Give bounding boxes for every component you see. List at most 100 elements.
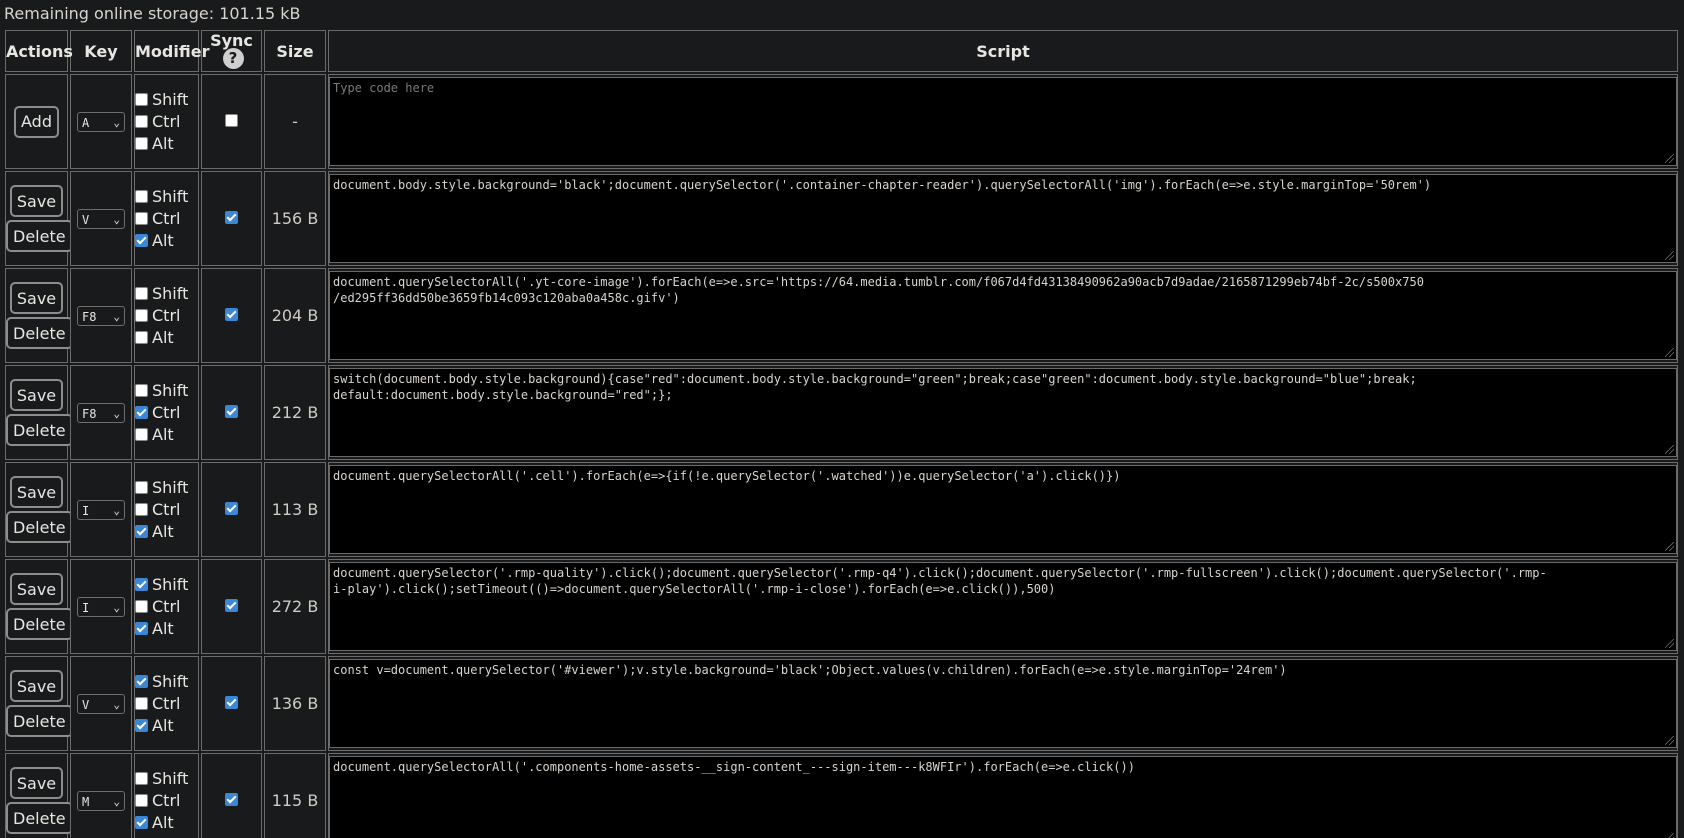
script-cell: Type code here — [328, 74, 1678, 169]
shortcut-row: Save Delete F8 ⌄ Shift Ctrl Alt 212 B swi… — [5, 365, 1678, 460]
sync-checkbox[interactable] — [225, 308, 238, 321]
shift-checkbox[interactable] — [135, 675, 148, 688]
key-cell: V ⌄ — [70, 171, 132, 266]
script-input[interactable]: document.body.style.background='black';d… — [329, 174, 1677, 263]
resize-handle[interactable] — [1665, 833, 1674, 838]
alt-checkbox[interactable] — [135, 234, 148, 247]
shift-checkbox[interactable] — [135, 772, 148, 785]
sync-checkbox[interactable] — [225, 793, 238, 806]
resize-handle[interactable] — [1665, 348, 1674, 357]
alt-checkbox[interactable] — [135, 719, 148, 732]
alt-checkbox[interactable] — [135, 816, 148, 829]
header-actions: Actions — [5, 30, 73, 72]
delete-button[interactable]: Delete — [6, 802, 73, 834]
script-input[interactable]: document.querySelectorAll('.cell').forEa… — [329, 465, 1677, 554]
header-modifier: Modifier — [134, 30, 209, 72]
key-select[interactable]: I ⌄ — [77, 596, 125, 617]
resize-handle[interactable] — [1665, 736, 1674, 745]
ctrl-label: Ctrl — [152, 694, 181, 713]
chevron-down-icon: ⌄ — [113, 600, 120, 614]
ctrl-checkbox[interactable] — [135, 503, 148, 516]
resize-handle[interactable] — [1665, 542, 1674, 551]
script-input[interactable]: document.querySelector('.rmp-quality').c… — [329, 562, 1677, 651]
ctrl-checkbox[interactable] — [135, 697, 148, 710]
script-input[interactable]: const v=document.querySelector('#viewer'… — [329, 659, 1677, 748]
key-select[interactable]: I ⌄ — [77, 499, 125, 520]
header-row: Actions Key Modifier Sync? Size Script — [5, 30, 1678, 72]
alt-label: Alt — [152, 619, 174, 638]
delete-button[interactable]: Delete — [6, 511, 73, 543]
resize-handle[interactable] — [1665, 251, 1674, 260]
script-cell: document.querySelectorAll('.cell').forEa… — [328, 462, 1678, 557]
shift-checkbox[interactable] — [135, 384, 148, 397]
script-input[interactable]: document.querySelectorAll('.yt-core-imag… — [329, 271, 1677, 360]
resize-handle[interactable] — [1665, 639, 1674, 648]
shift-modifier: Shift — [135, 283, 198, 305]
alt-checkbox[interactable] — [135, 622, 148, 635]
size-cell: 156 B — [264, 171, 326, 266]
add-button[interactable]: Add — [14, 105, 59, 138]
resize-handle[interactable] — [1665, 154, 1674, 163]
script-input[interactable]: Type code here — [329, 77, 1677, 166]
modifier-cell: Shift Ctrl Alt — [134, 559, 199, 654]
delete-button[interactable]: Delete — [6, 317, 73, 349]
shift-checkbox[interactable] — [135, 481, 148, 494]
actions-cell: Save Delete — [5, 559, 73, 654]
alt-checkbox[interactable] — [135, 525, 148, 538]
delete-button[interactable]: Delete — [6, 220, 73, 252]
ctrl-checkbox[interactable] — [135, 309, 148, 322]
ctrl-checkbox[interactable] — [135, 794, 148, 807]
size-cell: - — [264, 74, 326, 169]
sync-checkbox[interactable] — [225, 502, 238, 515]
key-cell: F8 ⌄ — [70, 365, 132, 460]
sync-checkbox[interactable] — [225, 114, 238, 127]
key-select[interactable]: V ⌄ — [77, 208, 125, 229]
key-select[interactable]: F8 ⌄ — [77, 305, 125, 326]
ctrl-checkbox[interactable] — [135, 406, 148, 419]
delete-button[interactable]: Delete — [6, 608, 73, 640]
delete-button[interactable]: Delete — [6, 705, 73, 737]
shift-checkbox[interactable] — [135, 287, 148, 300]
modifier-cell: Shift Ctrl Alt — [134, 365, 199, 460]
sync-checkbox[interactable] — [225, 599, 238, 612]
script-text: document.querySelector('.rmp-quality').c… — [333, 566, 1547, 596]
new-shortcut-row: Add A ⌄ Shift Ctrl Alt - Type code here — [5, 74, 1678, 169]
shortcuts-table: Actions Key Modifier Sync? Size Script A… — [3, 28, 1680, 838]
key-select-value: I — [82, 503, 90, 518]
key-select[interactable]: V ⌄ — [77, 693, 125, 714]
resize-handle[interactable] — [1665, 445, 1674, 454]
sync-checkbox[interactable] — [225, 211, 238, 224]
ctrl-checkbox[interactable] — [135, 115, 148, 128]
delete-button[interactable]: Delete — [6, 414, 73, 446]
sync-checkbox[interactable] — [225, 405, 238, 418]
shift-checkbox[interactable] — [135, 578, 148, 591]
script-input[interactable]: switch(document.body.style.background){c… — [329, 368, 1677, 457]
script-input[interactable]: document.querySelectorAll('.components-h… — [329, 756, 1677, 838]
save-button[interactable]: Save — [9, 670, 64, 702]
ctrl-label: Ctrl — [152, 209, 181, 228]
key-select[interactable]: M ⌄ — [77, 790, 125, 811]
save-button[interactable]: Save — [9, 573, 64, 605]
alt-checkbox[interactable] — [135, 137, 148, 150]
alt-checkbox[interactable] — [135, 428, 148, 441]
ctrl-checkbox[interactable] — [135, 600, 148, 613]
sync-cell — [201, 74, 262, 169]
chevron-down-icon: ⌄ — [113, 697, 120, 711]
chevron-down-icon: ⌄ — [113, 309, 120, 323]
save-button[interactable]: Save — [9, 185, 64, 217]
key-select[interactable]: A ⌄ — [77, 111, 125, 132]
alt-checkbox[interactable] — [135, 331, 148, 344]
modifier-cell: Shift Ctrl Alt — [134, 268, 199, 363]
save-button[interactable]: Save — [9, 379, 64, 411]
help-icon[interactable]: ? — [222, 48, 244, 69]
save-button[interactable]: Save — [9, 476, 64, 508]
script-text: document.body.style.background='black';d… — [333, 178, 1432, 192]
size-cell: 115 B — [264, 753, 326, 838]
ctrl-checkbox[interactable] — [135, 212, 148, 225]
key-select[interactable]: F8 ⌄ — [77, 402, 125, 423]
sync-checkbox[interactable] — [225, 696, 238, 709]
save-button[interactable]: Save — [9, 767, 64, 799]
save-button[interactable]: Save — [9, 282, 64, 314]
shift-checkbox[interactable] — [135, 190, 148, 203]
shift-checkbox[interactable] — [135, 93, 148, 106]
